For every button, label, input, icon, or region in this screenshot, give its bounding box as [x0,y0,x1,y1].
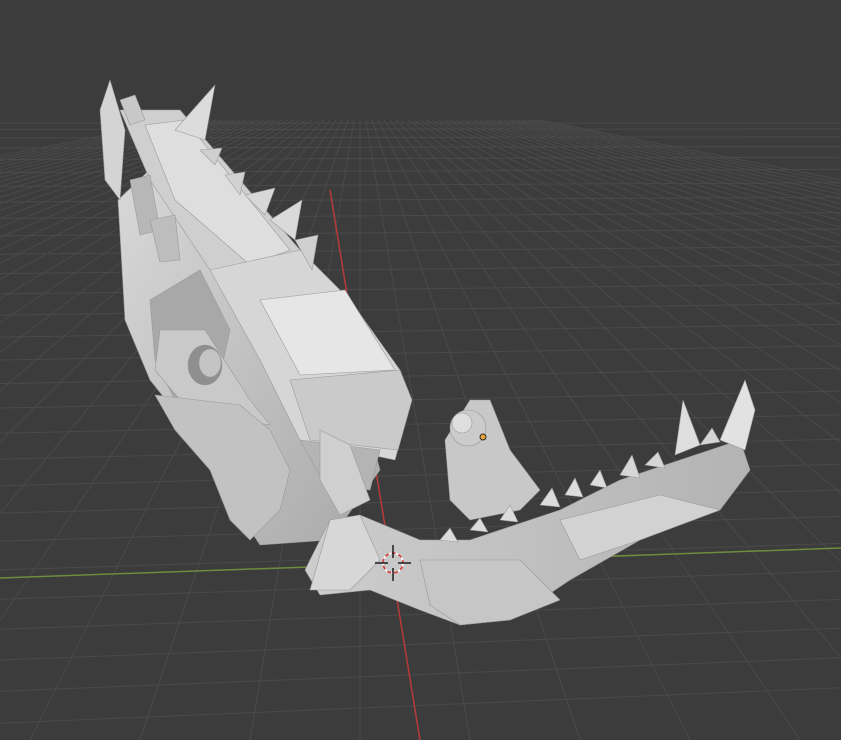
grid-line [0,128,841,131]
grid-line [0,515,841,542]
grid-line [0,136,841,139]
grid-line [0,657,841,692]
grid-line [0,367,841,385]
grid-line [0,627,841,661]
grid-line [0,323,841,338]
grid-line [0,345,841,361]
viewport-canvas[interactable] [0,0,841,740]
3d-viewport[interactable] [0,0,841,740]
object-origin-dot[interactable] [479,433,487,441]
grid-line [0,414,841,434]
grid-line [0,390,841,409]
grid-line [377,119,691,740]
grid-line [0,687,841,724]
